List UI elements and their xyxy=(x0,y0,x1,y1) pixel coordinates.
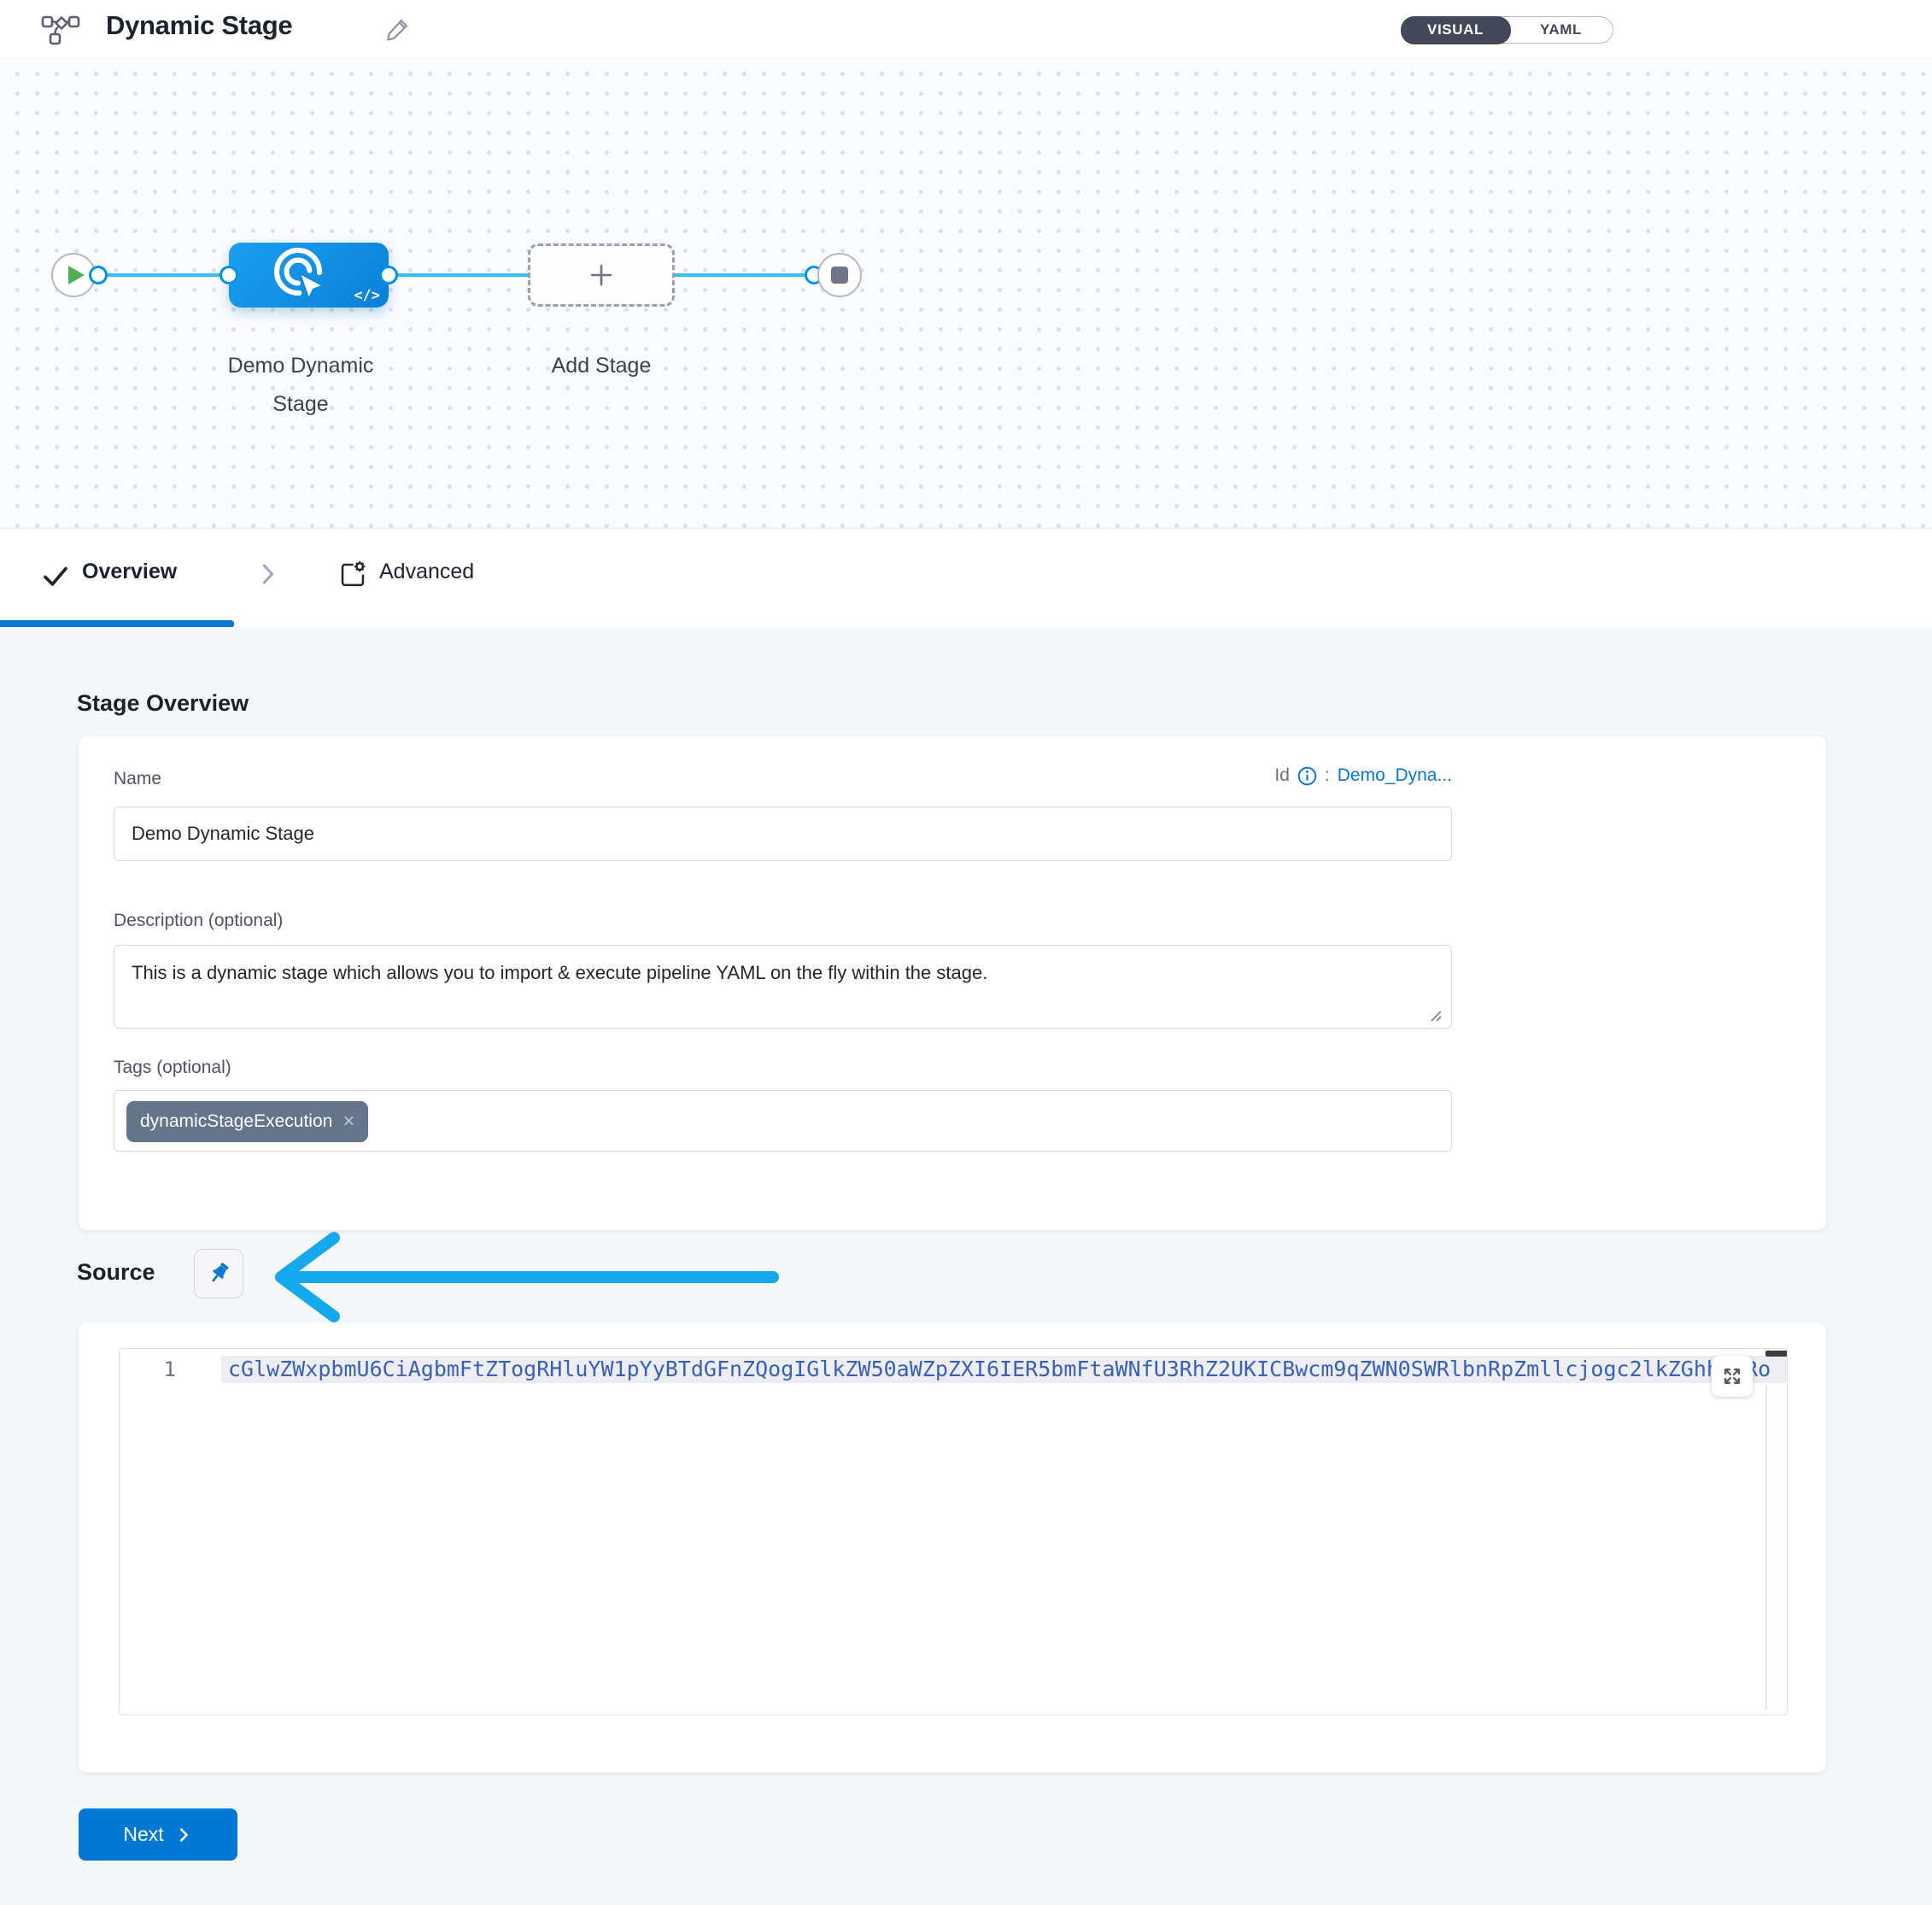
flow-line xyxy=(389,273,530,277)
advanced-settings-icon xyxy=(338,560,367,593)
play-icon xyxy=(68,266,85,284)
chevron-right-icon xyxy=(255,561,280,591)
annotation-arrow xyxy=(261,1230,790,1324)
yaml-source-editor[interactable]: 1 cGlwZWxpbmU6CiAgbmFtZTogRHluYW1pYyBTdG… xyxy=(119,1348,1788,1715)
tab-overview[interactable]: Overview xyxy=(82,560,177,584)
connector-dot xyxy=(379,266,398,284)
line-number: 1 xyxy=(120,1356,176,1383)
code-badge-icon: </> xyxy=(354,287,380,304)
click-execute-icon xyxy=(266,243,340,309)
info-icon[interactable] xyxy=(1297,766,1317,786)
name-label: Name xyxy=(114,769,161,789)
section-title-stage-overview: Stage Overview xyxy=(77,690,249,717)
vertical-scrollbar[interactable] xyxy=(1765,1385,1767,1709)
stop-icon xyxy=(831,267,848,284)
connector-dot xyxy=(89,266,108,284)
stage-tabbar: Overview Advanced xyxy=(0,528,1932,628)
section-title-source: Source xyxy=(77,1259,155,1286)
add-stage-label: Add Stage xyxy=(516,347,687,385)
tag-chip-label: dynamicStageExecution xyxy=(140,1111,332,1132)
check-icon xyxy=(41,561,70,595)
stage-node-demo-dynamic-stage[interactable]: </> xyxy=(229,243,389,308)
toggle-yaml[interactable]: YAML xyxy=(1509,17,1613,43)
tag-remove-icon[interactable]: × xyxy=(342,1111,354,1132)
add-stage-node[interactable] xyxy=(528,243,675,307)
page-title: Dynamic Stage xyxy=(106,10,292,41)
stage-node-label: Demo Dynamic Stage xyxy=(215,347,386,424)
next-button-label: Next xyxy=(123,1823,163,1846)
stage-id-row: Id : Demo_Dyna... xyxy=(1274,765,1452,786)
header: Dynamic Stage VISUAL YAML xyxy=(0,0,1932,57)
plus-icon xyxy=(587,261,616,290)
visual-yaml-toggle: VISUAL YAML xyxy=(1401,16,1613,44)
stage-id-value[interactable]: Demo_Dyna... xyxy=(1338,765,1452,786)
horizontal-scrollbar-thumb[interactable] xyxy=(1765,1351,1788,1357)
pipeline-stage-editor: Dynamic Stage VISUAL YAML </> xyxy=(0,0,1932,1905)
tag-chip: dynamicStageExecution × xyxy=(126,1101,368,1142)
expand-icon xyxy=(1721,1365,1743,1387)
edit-title-pencil-icon[interactable] xyxy=(384,15,412,47)
expand-editor-button[interactable] xyxy=(1712,1356,1753,1397)
tags-label: Tags (optional) xyxy=(114,1058,231,1078)
name-input[interactable] xyxy=(114,806,1452,861)
id-label: Id xyxy=(1274,765,1290,786)
code-line-text: cGlwZWxpbmU6CiAgbmFtZTogRHluYW1pYyBTdGFn… xyxy=(228,1356,1788,1383)
flow-line xyxy=(675,273,816,277)
chevron-right-icon xyxy=(174,1826,193,1844)
description-label: Description (optional) xyxy=(114,911,283,931)
toggle-visual[interactable]: VISUAL xyxy=(1401,16,1511,44)
pin-source-button[interactable] xyxy=(194,1249,243,1298)
stage-overview-card: Name Id : Demo_Dyna... Description (opti… xyxy=(79,736,1826,1230)
flow-line xyxy=(96,273,231,277)
stage-overview-panel: Stage Overview Name Id : Demo_Dyna... De… xyxy=(0,627,1932,1905)
pipeline-canvas: </> Demo Dynamic Stage Add Stage xyxy=(0,56,1932,529)
pipeline-flowchart-icon xyxy=(41,13,80,50)
tags-input[interactable]: dynamicStageExecution × xyxy=(114,1090,1452,1152)
connector-dot xyxy=(220,266,238,284)
next-button[interactable]: Next xyxy=(79,1808,237,1861)
pushpin-icon xyxy=(206,1261,231,1287)
source-card: 1 cGlwZWxpbmU6CiAgbmFtZTogRHluYW1pYyBTdG… xyxy=(79,1322,1826,1773)
description-textarea[interactable]: This is a dynamic stage which allows you… xyxy=(114,945,1452,1029)
tab-advanced[interactable]: Advanced xyxy=(379,560,474,584)
id-colon: : xyxy=(1325,765,1330,786)
pipeline-end-node xyxy=(817,253,862,297)
